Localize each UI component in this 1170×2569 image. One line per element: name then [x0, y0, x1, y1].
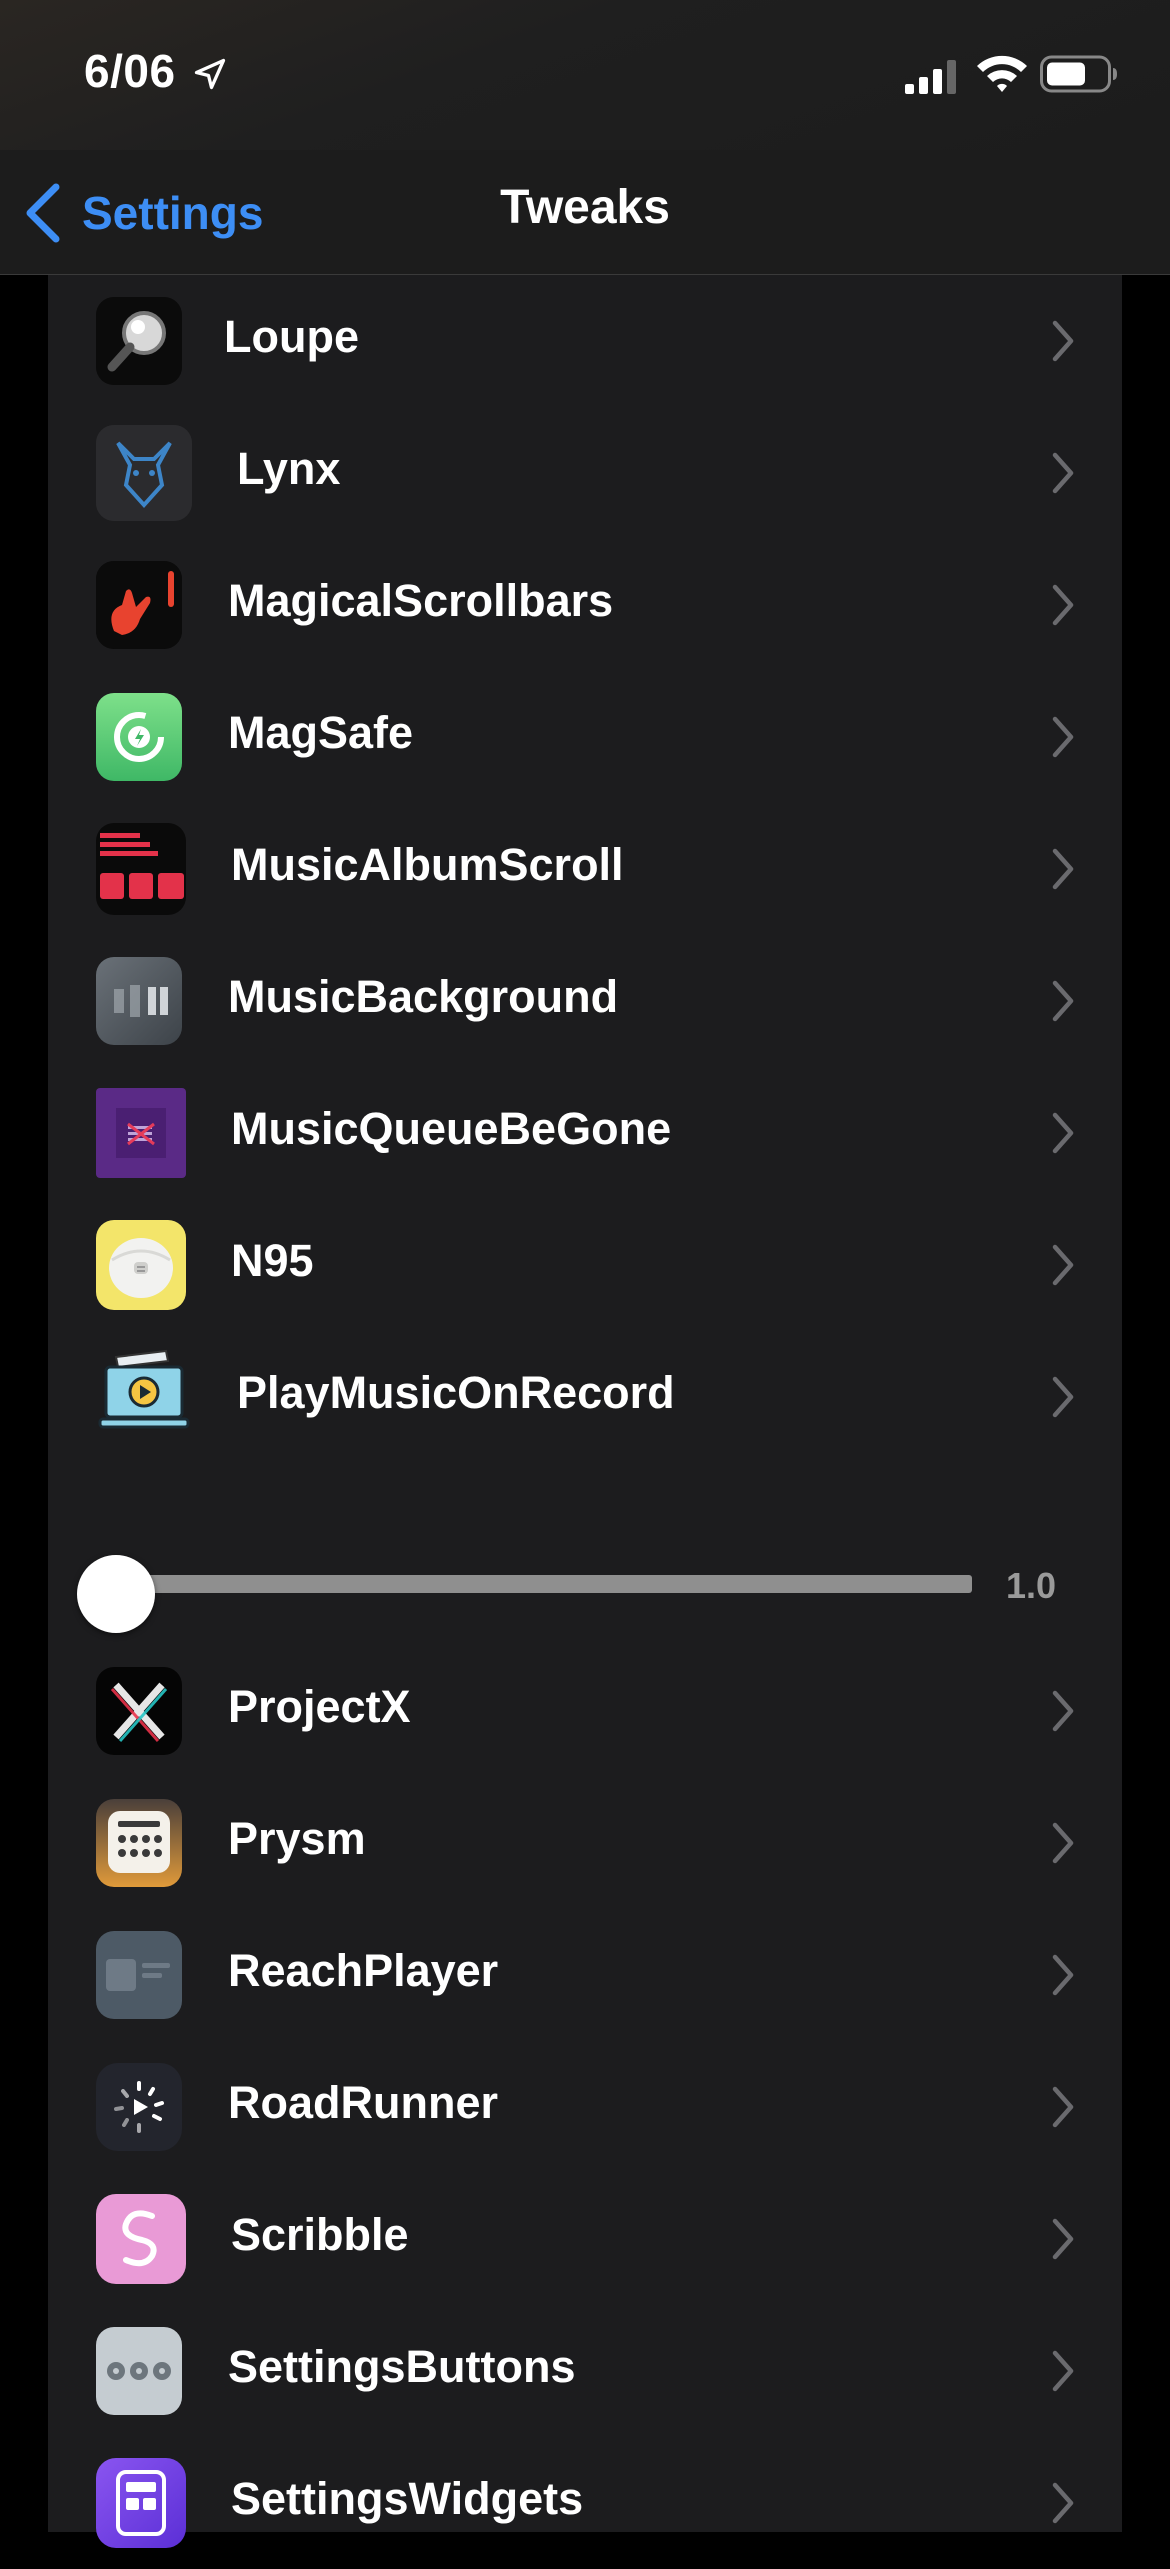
list-item-musicbackground[interactable]: MusicBackground	[48, 935, 1122, 1067]
chevron-right-icon	[1052, 1954, 1074, 1996]
chevron-right-icon	[1052, 2086, 1074, 2128]
list-item-label: SettingsButtons	[228, 2341, 576, 2392]
settings-buttons-icon	[96, 2327, 182, 2415]
status-time: 6/06	[84, 45, 176, 97]
scribble-icon	[96, 2194, 186, 2284]
list-item-label: ReachPlayer	[228, 1945, 499, 1996]
status-bar: 6/06	[0, 0, 1170, 150]
wifi-icon	[977, 55, 1027, 92]
chevron-right-icon	[1052, 1244, 1074, 1286]
list-item-label: Lynx	[237, 443, 341, 494]
list-item-settingswidgets[interactable]: SettingsWidgets	[48, 2437, 1122, 2569]
slider-value-label: 1.0	[1006, 1565, 1057, 1606]
list-item-musicalbumscroll[interactable]: MusicAlbumScroll	[48, 803, 1122, 935]
list-item-label: SettingsWidgets	[231, 2473, 584, 2524]
list-item-label: N95	[231, 1235, 314, 1286]
list-item-reachplayer[interactable]: ReachPlayer	[48, 1909, 1122, 2041]
prysm-icon	[96, 1799, 182, 1887]
back-button[interactable]: Settings	[24, 178, 263, 248]
chevron-right-icon	[1052, 584, 1074, 626]
cellular-signal-icon	[905, 60, 956, 94]
chevron-right-icon	[1052, 1690, 1074, 1732]
navigation-bar: Tweaks Settings	[0, 150, 1170, 275]
list-item-musicqueuebegone[interactable]: MusicQueueBeGone	[48, 1067, 1122, 1199]
lynx-icon	[96, 425, 192, 521]
chevron-right-icon	[1052, 1112, 1074, 1154]
chevron-right-icon	[1052, 320, 1074, 362]
list-item-label: Prysm	[228, 1813, 366, 1864]
list-item-magsafe[interactable]: MagSafe	[48, 671, 1122, 803]
slider-row: 1.0	[48, 1515, 1122, 1645]
music-album-scroll-icon	[96, 823, 186, 915]
slider-track[interactable]	[110, 1575, 972, 1593]
list-item-scribble[interactable]: Scribble	[48, 2173, 1122, 2305]
magsafe-icon	[96, 693, 182, 781]
list-item-projectx[interactable]: ProjectX	[48, 1645, 1122, 1777]
music-queue-be-gone-icon	[96, 1088, 186, 1178]
list-item-lynx[interactable]: Lynx	[48, 407, 1122, 539]
list-item-label: ProjectX	[228, 1681, 411, 1732]
chevron-right-icon	[1052, 716, 1074, 758]
list-item-label: MusicQueueBeGone	[231, 1103, 672, 1154]
back-chevron-icon	[26, 183, 60, 243]
list-item-label: Scribble	[231, 2209, 409, 2260]
list-item-playmusiconrecord[interactable]: PlayMusicOnRecord	[48, 1331, 1122, 1463]
chevron-right-icon	[1052, 1376, 1074, 1418]
list-item-label: MagicalScrollbars	[228, 575, 614, 626]
list-item-label: MusicAlbumScroll	[231, 839, 624, 890]
back-button-label: Settings	[82, 187, 264, 239]
list-item-loupe[interactable]: Loupe	[48, 275, 1122, 407]
n95-mask-icon	[96, 1220, 186, 1310]
chevron-right-icon	[1052, 2482, 1074, 2524]
music-background-icon	[96, 957, 182, 1045]
list-item-magicalscrollbars[interactable]: MagicalScrollbars	[48, 539, 1122, 671]
tweaks-list: Loupe Lynx MagicalScrollbars MagSafe Mus…	[48, 275, 1122, 2548]
chevron-right-icon	[1052, 980, 1074, 1022]
list-item-n95[interactable]: N95	[48, 1199, 1122, 1331]
list-item-prysm[interactable]: Prysm	[48, 1777, 1122, 1909]
list-item-label: Loupe	[224, 311, 359, 362]
play-music-on-record-icon	[96, 1347, 192, 1443]
slider-thumb[interactable]	[77, 1555, 155, 1633]
list-item-label: MusicBackground	[228, 971, 619, 1022]
list-item-label: PlayMusicOnRecord	[237, 1367, 675, 1418]
chevron-right-icon	[1052, 2218, 1074, 2260]
list-item-settingsbuttons[interactable]: SettingsButtons	[48, 2305, 1122, 2437]
battery-icon	[1040, 55, 1117, 93]
settings-widgets-icon	[96, 2458, 186, 2548]
roadrunner-icon	[96, 2063, 182, 2151]
list-item-label: RoadRunner	[228, 2077, 498, 2128]
list-item-roadrunner[interactable]: RoadRunner	[48, 2041, 1122, 2173]
list-item-label: MagSafe	[228, 707, 414, 758]
loupe-icon	[96, 297, 182, 385]
magical-scrollbars-icon	[96, 561, 182, 649]
projectx-icon	[96, 1667, 182, 1755]
chevron-right-icon	[1052, 2350, 1074, 2392]
chevron-right-icon	[1052, 848, 1074, 890]
chevron-right-icon	[1052, 452, 1074, 494]
reachplayer-icon	[96, 1931, 182, 2019]
chevron-right-icon	[1052, 1822, 1074, 1864]
location-arrow-icon	[194, 58, 226, 90]
